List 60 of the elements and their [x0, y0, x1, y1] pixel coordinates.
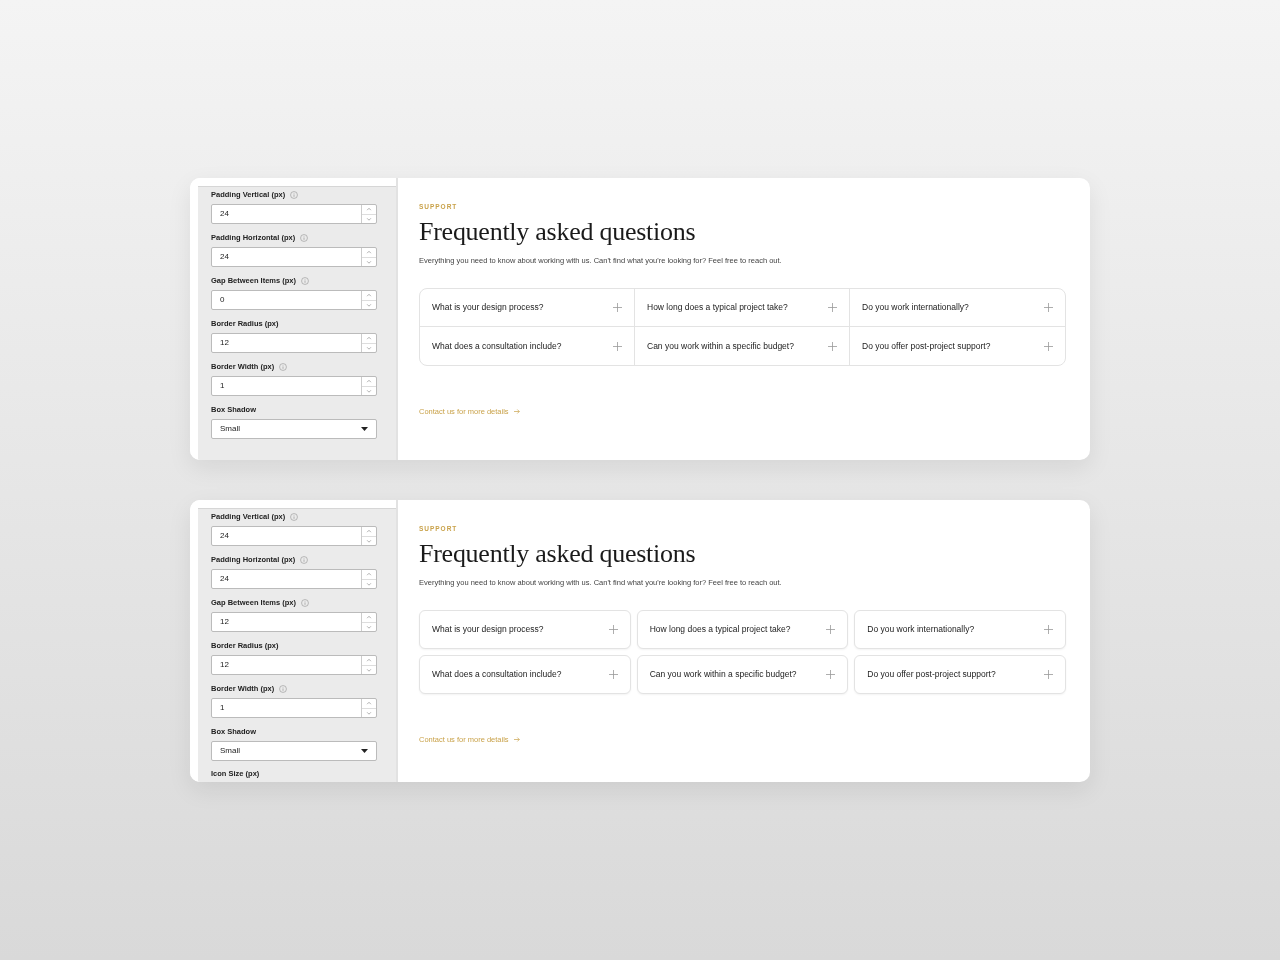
number-field[interactable]: 12	[211, 612, 377, 632]
info-icon	[279, 685, 288, 693]
up-caret-icon[interactable]	[362, 527, 376, 537]
plus-icon	[608, 670, 618, 679]
plus-icon	[828, 341, 837, 351]
faq-item[interactable]: Do you offer post-project support?	[854, 655, 1066, 694]
plus-icon	[826, 625, 836, 634]
info-icon	[301, 599, 310, 607]
number-field[interactable]: 24	[211, 569, 377, 589]
plus-icon	[826, 670, 836, 679]
number-field[interactable]: 0	[211, 290, 377, 310]
faq-item[interactable]: What is your design process?	[419, 610, 631, 649]
faq-item[interactable]: What does a consultation include?	[419, 655, 631, 694]
plus-icon	[613, 341, 622, 351]
up-caret-icon[interactable]	[362, 334, 376, 344]
arrow-right-icon	[513, 409, 520, 415]
faq-item[interactable]: Can you work within a specific budget?	[636, 655, 849, 694]
info-icon	[290, 513, 299, 521]
number-field[interactable]: 1	[211, 698, 377, 718]
number-field[interactable]: 12	[211, 333, 377, 353]
arrow-right-icon	[513, 737, 520, 743]
up-caret-icon[interactable]	[362, 613, 376, 623]
up-caret-icon[interactable]	[362, 570, 376, 580]
info-icon	[300, 556, 309, 564]
faq-item[interactable]: Do you work internationally?	[854, 610, 1066, 649]
up-caret-icon[interactable]	[362, 248, 376, 258]
up-caret-icon[interactable]	[362, 205, 376, 215]
plus-icon	[608, 625, 618, 634]
up-caret-icon[interactable]	[362, 377, 376, 387]
info-icon	[279, 363, 288, 371]
page-title: Frequently asked questions	[419, 538, 697, 569]
plus-icon	[1044, 625, 1053, 634]
number-field[interactable]: 24	[211, 204, 377, 224]
dropdown-field[interactable]: Small	[211, 741, 377, 761]
page-title: Frequently asked questions	[419, 216, 697, 247]
plus-icon	[1044, 670, 1053, 679]
faq-item[interactable]: How long does a typical project take?	[636, 610, 849, 649]
caret-icon	[361, 427, 368, 431]
faq-item[interactable]: Do you offer post-project support?	[850, 327, 1065, 365]
faq-item[interactable]: What does a consultation include?	[420, 327, 635, 365]
info-icon	[300, 234, 309, 242]
dropdown-field[interactable]: Small	[211, 419, 377, 439]
caret-icon	[361, 749, 368, 753]
faq-item[interactable]: Do you work internationally?	[850, 289, 1065, 327]
number-field[interactable]: 24	[211, 247, 377, 267]
up-caret-icon[interactable]	[362, 656, 376, 666]
number-field[interactable]: 12	[211, 655, 377, 675]
up-caret-icon[interactable]	[362, 291, 376, 301]
info-icon	[301, 277, 310, 285]
faq-item[interactable]: What is your design process?	[420, 289, 635, 327]
info-icon	[290, 191, 299, 199]
number-field[interactable]: 1	[211, 376, 377, 396]
plus-icon	[613, 303, 622, 312]
plus-icon	[1044, 341, 1053, 351]
faq-item[interactable]: Can you work within a specific budget?	[635, 327, 850, 365]
number-field[interactable]: 24	[211, 526, 377, 546]
plus-icon	[828, 303, 837, 312]
faq-item[interactable]: How long does a typical project take?	[635, 289, 850, 327]
plus-icon	[1044, 303, 1053, 312]
up-caret-icon[interactable]	[362, 699, 376, 709]
